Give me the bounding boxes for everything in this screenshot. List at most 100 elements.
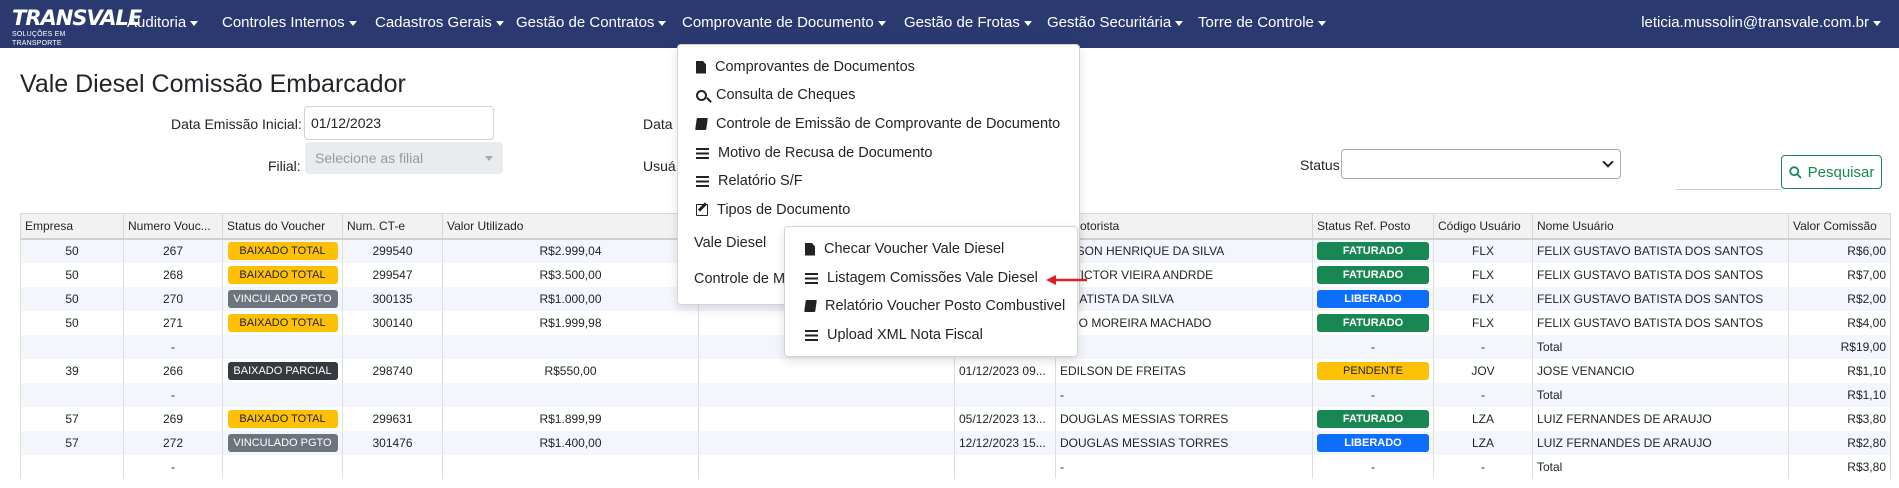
user-menu[interactable]: leticia.mussolin@transvale.com.br: [1641, 14, 1881, 31]
cell-status-ref-posto: FATURADO: [1312, 262, 1434, 287]
cell-num-cte: 300140: [342, 310, 443, 335]
nav-gestao-frotas[interactable]: Gestão de Frotas: [904, 14, 1032, 31]
cell-numero-voucher: -: [123, 382, 223, 407]
table-row[interactable]: 57 272 VINCULADO PGTO 301476 R$1.400,00 12/12…: [20, 430, 1891, 455]
data-inicial-label: Data Emissão Inicial:: [171, 116, 302, 132]
col-empresa[interactable]: Empresa: [20, 213, 124, 240]
status-select[interactable]: [1341, 149, 1621, 179]
menu-consulta-cheques[interactable]: Consulta de Cheques: [696, 87, 855, 103]
cell-nome-motorista: ILDO MOREIRA MACHADO: [1055, 310, 1313, 335]
search-icon: [1788, 165, 1802, 179]
col-status-voucher[interactable]: Status do Voucher: [222, 213, 343, 240]
submenu-listagem-comissoes[interactable]: Listagem Comissões Vale Diesel: [805, 270, 1038, 286]
col-num-cte[interactable]: Num. CT-e: [342, 213, 443, 240]
red-arrow-icon: [1046, 275, 1087, 285]
table-row[interactable]: - - - - Total R$3,80: [20, 454, 1891, 479]
menu-vale-diesel[interactable]: Vale Diesel: [694, 235, 791, 251]
menu-relatorio-sf[interactable]: Relatório S/F: [696, 173, 803, 189]
edit-icon: [696, 204, 708, 216]
menu-comprovantes-documentos[interactable]: Comprovantes de Documentos: [696, 59, 915, 75]
status-badge: BAIXADO TOTAL: [227, 313, 338, 332]
cell-valor-utilizado: R$1.899,99: [442, 406, 699, 431]
col-numero-voucher[interactable]: Numero Vouc...: [123, 213, 223, 240]
cell-nome-motorista: ERSON HENRIQUE DA SILVA: [1055, 238, 1313, 263]
table-row[interactable]: 39 266 BAIXADO PARCIAL 298740 R$550,00 01/12/…: [20, 358, 1891, 383]
posto-status-badge: FATURADO: [1317, 242, 1429, 260]
cell-codigo-usuario: -: [1433, 454, 1533, 479]
nav-cadastros-gerais[interactable]: Cadastros Gerais: [375, 14, 504, 31]
cell-codigo-usuario: FLX: [1433, 286, 1533, 311]
posto-status-badge: FATURADO: [1317, 313, 1429, 332]
menu-label: Motivo de Recusa de Documento: [718, 145, 933, 161]
table-row[interactable]: - - - - Total R$1,10: [20, 382, 1891, 407]
menu-label: Checar Voucher Vale Diesel: [824, 241, 1005, 257]
posto-status-badge: LIBERADO: [1317, 289, 1429, 308]
posto-status-badge: LIBERADO: [1317, 433, 1429, 452]
usuario-label: Usuá: [643, 158, 676, 174]
file-icon: [696, 60, 706, 74]
col-status-ref-posto[interactable]: Status Ref. Posto: [1312, 213, 1434, 240]
nav-controles-internos[interactable]: Controles Internos: [222, 14, 357, 31]
status-badge: BAIXADO TOTAL: [227, 242, 338, 260]
cell-valor-comissao: R$1,10: [1788, 382, 1891, 407]
cell-status-ref-posto: -: [1312, 334, 1434, 359]
cell-hidden-1: [698, 406, 955, 431]
col-nome-motorista[interactable]: e Motorista: [1055, 213, 1313, 240]
cell-valor-comissao: R$2,80: [1788, 430, 1891, 455]
col-valor-comissao[interactable]: Valor Comissão: [1788, 213, 1891, 240]
status-badge: VINCULADO PGTO: [227, 289, 338, 308]
pesquisar-label: Pesquisar: [1807, 163, 1875, 181]
cell-numero-voucher: 268: [123, 262, 223, 287]
data-inicial-input[interactable]: 01/12/2023: [304, 106, 494, 140]
cell-nome-motorista: EDILSON DE FREITAS: [1055, 358, 1313, 383]
cell-num-cte: 300135: [342, 286, 443, 311]
cell-status-voucher: [222, 454, 343, 479]
col-nome-usuario[interactable]: Nome Usuário: [1532, 213, 1789, 240]
menu-motivo-recusa[interactable]: Motivo de Recusa de Documento: [696, 145, 932, 161]
cell-status-voucher: BAIXADO TOTAL: [222, 238, 343, 263]
posto-status-badge: FATURADO: [1317, 265, 1429, 284]
nav-torre-controle[interactable]: Torre de Controle: [1198, 14, 1326, 31]
cell-numero-voucher: 267: [123, 238, 223, 263]
status-badge: BAIXADO TOTAL: [227, 409, 338, 428]
menu-label: Tipos de Documento: [717, 202, 851, 218]
pesquisar-button[interactable]: Pesquisar: [1781, 155, 1882, 189]
cell-status-ref-posto: -: [1312, 454, 1434, 479]
brand-logo[interactable]: TRANSVALE SOLUÇÕES EM TRANSPORTE: [12, 6, 142, 47]
nav-auditoria[interactable]: Auditoria: [127, 14, 199, 31]
cell-numero-voucher: 271: [123, 310, 223, 335]
cell-hidden-1: [698, 382, 955, 407]
cell-valor-comissao: R$3,80: [1788, 454, 1891, 479]
file-icon: [805, 242, 815, 256]
cell-status-ref-posto: FATURADO: [1312, 238, 1434, 263]
cell-hidden-1: [698, 454, 955, 479]
menu-tipos-documento[interactable]: Tipos de Documento: [696, 202, 850, 218]
cell-numero-voucher: 266: [123, 358, 223, 383]
list-icon: [696, 175, 709, 187]
cell-codigo-usuario: FLX: [1433, 238, 1533, 263]
submenu-relatorio-voucher-posto[interactable]: Relatório Voucher Posto Combustivel: [804, 298, 1065, 314]
menu-controle-emissao[interactable]: Controle de Emissão de Comprovante de Do…: [695, 116, 1060, 132]
nav-gestao-contratos[interactable]: Gestão de Contratos: [516, 14, 667, 31]
posto-status-badge: FATURADO: [1317, 409, 1429, 428]
cell-status-ref-posto: -: [1312, 382, 1434, 407]
submenu-checar-voucher[interactable]: Checar Voucher Vale Diesel: [805, 241, 1004, 257]
status-badge: BAIXADO TOTAL: [227, 265, 338, 284]
cell-empresa: 50: [20, 286, 124, 311]
cell-codigo-usuario: FLX: [1433, 310, 1533, 335]
col-valor-utilizado[interactable]: Valor Utilizado: [442, 213, 699, 240]
cell-codigo-usuario: -: [1433, 334, 1533, 359]
cell-status-voucher: [222, 382, 343, 407]
table-row[interactable]: 57 269 BAIXADO TOTAL 299631 R$1.899,99 05/12/…: [20, 406, 1891, 431]
user-email: leticia.mussolin@transvale.com.br: [1641, 14, 1869, 31]
nav-gestao-securitaria[interactable]: Gestão Securitária: [1047, 14, 1184, 31]
submenu-upload-xml[interactable]: Upload XML Nota Fiscal: [805, 327, 983, 343]
cell-empresa: 50: [20, 262, 124, 287]
cell-status-voucher: [222, 334, 343, 359]
nav-comprovante-documento[interactable]: Comprovante de Documento: [682, 14, 886, 31]
filial-select[interactable]: Selecione as filial: [305, 142, 503, 174]
col-codigo-usuario[interactable]: Código Usuário: [1433, 213, 1533, 240]
cell-numero-voucher: 272: [123, 430, 223, 455]
filial-placeholder: Selecione as filial: [315, 150, 424, 166]
menu-controle-m[interactable]: Controle de M: [694, 271, 785, 287]
